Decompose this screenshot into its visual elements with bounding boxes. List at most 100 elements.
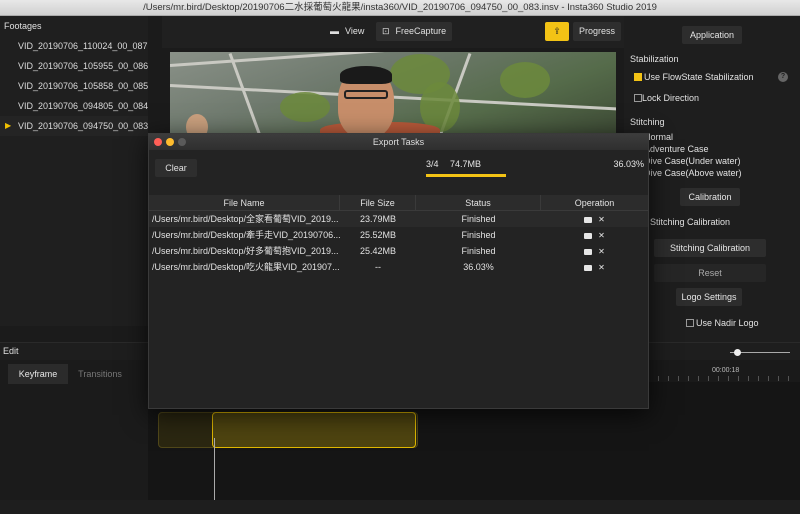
preview-toolbar: ▬ View ⊡ FreeCapture ⇪ Progress: [162, 16, 624, 48]
reset-button[interactable]: Reset: [654, 264, 766, 282]
close-icon[interactable]: ✕: [598, 247, 605, 256]
ruler-tick: [778, 376, 779, 381]
table-row[interactable]: /Users/mr.bird/Desktop/全家看葡萄VID_2019... …: [149, 211, 648, 227]
table-row[interactable]: /Users/mr.bird/Desktop/牽手走VID_20190706..…: [149, 227, 648, 243]
footage-label: VID_20190706_094750_00_083.insv: [18, 121, 148, 131]
logo-settings-button[interactable]: Logo Settings: [676, 288, 742, 306]
folder-icon[interactable]: [584, 216, 593, 223]
freecapture-icon: ⊡: [382, 26, 390, 36]
clear-button[interactable]: Clear: [155, 159, 197, 177]
nadir-logo-checkbox[interactable]: [686, 319, 694, 327]
calibration-button[interactable]: Calibration: [680, 188, 740, 206]
ruler-tick: [668, 376, 669, 381]
export-tasks-dialog: Export Tasks Clear 3/4 74.7MB 36.03% Fil…: [148, 133, 649, 409]
view-label: View: [345, 26, 365, 36]
status-cell: Finished: [461, 214, 496, 224]
close-icon[interactable]: ✕: [598, 215, 605, 224]
ruler-tick: [718, 376, 719, 381]
close-window-icon[interactable]: [154, 138, 162, 146]
footages-panel: Footages VID_20190706_110024_00_087.insv…: [0, 16, 148, 326]
file-size-cell: 25.52MB: [359, 230, 397, 240]
operation-cell: ✕: [541, 243, 648, 259]
folder-icon[interactable]: [584, 248, 593, 255]
footage-label: VID_20190706_110024_00_087.insv: [18, 41, 148, 51]
dialog-title: Export Tasks: [149, 134, 648, 150]
freecapture-button[interactable]: ⊡ FreeCapture: [376, 22, 453, 41]
ruler-tick: [758, 376, 759, 381]
zoom-window-icon[interactable]: [178, 138, 186, 146]
share-button[interactable]: ⇪: [545, 22, 569, 41]
stitching-option[interactable]: Adventure Case: [644, 144, 709, 154]
view-button[interactable]: ▬ View: [324, 22, 370, 41]
table-header: File Name File Size Status Operation: [149, 195, 648, 211]
footage-item[interactable]: VID_20190706_105858_00_085.insv: [0, 76, 148, 96]
progress-button[interactable]: Progress: [573, 22, 622, 41]
footages-header: Footages: [4, 21, 42, 31]
stitching-option[interactable]: Dive Case(Under water): [644, 156, 741, 166]
lock-direction-label: Lock Direction: [642, 93, 700, 103]
footage-item[interactable]: VID_20190706_105955_00_086.insv: [0, 56, 148, 76]
footage-item[interactable]: VID_20190706_110024_00_087.insv: [0, 36, 148, 56]
stabilization-heading: Stabilization: [630, 54, 679, 64]
ruler-tick: [768, 376, 769, 381]
video-preview[interactable]: [170, 52, 616, 136]
person-glasses: [344, 90, 388, 99]
file-name-cell: /Users/mr.bird/Desktop/全家看葡萄VID_2019...: [152, 214, 339, 224]
zoom-slider-handle[interactable]: [734, 349, 741, 356]
operation-cell: ✕: [541, 227, 648, 243]
share-icon: ⇪: [553, 26, 561, 36]
footage-item-selected[interactable]: ▶ VID_20190706_094750_00_083.insv: [0, 116, 148, 136]
ruler-tick: [688, 376, 689, 381]
column-header: Operation: [574, 198, 615, 208]
ruler-tick: [788, 376, 789, 381]
help-icon[interactable]: ?: [778, 72, 788, 82]
edit-label: Edit: [3, 346, 19, 356]
vine-foliage: [500, 62, 550, 98]
column-header: Status: [416, 195, 541, 211]
folder-icon[interactable]: [584, 264, 593, 271]
minimize-window-icon[interactable]: [166, 138, 174, 146]
status-cell: Finished: [461, 230, 496, 240]
overall-progress-bar: [426, 174, 506, 177]
stitching-option[interactable]: Dive Case(Above water): [644, 168, 742, 178]
stitching-calibration-button[interactable]: Stitching Calibration: [654, 239, 766, 257]
column-header: File Size: [340, 195, 416, 211]
vine-foliage: [280, 92, 330, 122]
total-size: 74.7MB: [450, 159, 482, 169]
play-icon: ▶: [5, 121, 12, 130]
task-count: 3/4: [426, 159, 439, 169]
table-row[interactable]: /Users/mr.bird/Desktop/吃火龍果VID_201907...…: [149, 259, 648, 275]
ruler-tick: [658, 376, 659, 381]
view-icon: ▬: [330, 26, 339, 36]
stitching-heading: Stitching: [630, 117, 665, 127]
timecode-label: 00:00:18: [712, 367, 740, 374]
file-size-cell: 23.79MB: [359, 214, 397, 224]
bottom-strip: [0, 500, 800, 514]
flowstate-checkbox[interactable]: [634, 73, 642, 81]
status-cell: Finished: [461, 246, 496, 256]
file-name-cell: /Users/mr.bird/Desktop/牽手走VID_20190706..…: [152, 230, 340, 240]
table-row[interactable]: /Users/mr.bird/Desktop/好多葡萄抱VID_2019... …: [149, 243, 648, 259]
folder-icon[interactable]: [584, 232, 593, 239]
lock-direction-checkbox[interactable]: [634, 94, 642, 102]
ruler-tick: [748, 376, 749, 381]
operation-cell: ✕: [541, 259, 648, 275]
tab-keyframe[interactable]: Keyframe: [8, 364, 68, 384]
stitching-calibration-text: Stitching Calibration: [650, 217, 731, 227]
application-button[interactable]: Application: [682, 26, 742, 44]
ruler-tick: [698, 376, 699, 381]
file-size-cell: 25.42MB: [359, 246, 397, 256]
nadir-logo-label: Use Nadir Logo: [696, 318, 759, 328]
footage-item[interactable]: VID_20190706_094805_00_084.insv: [0, 96, 148, 116]
footage-label: VID_20190706_105858_00_085.insv: [18, 81, 148, 91]
tab-transitions[interactable]: Transitions: [70, 364, 130, 384]
footage-label: VID_20190706_094805_00_084.insv: [18, 101, 148, 111]
file-name-cell: /Users/mr.bird/Desktop/好多葡萄抱VID_2019...: [152, 246, 339, 256]
close-icon[interactable]: ✕: [598, 263, 605, 272]
footage-label: VID_20190706_105955_00_086.insv: [18, 61, 148, 71]
settings-panel: Application Stabilization Use FlowState …: [624, 16, 800, 342]
close-icon[interactable]: ✕: [598, 231, 605, 240]
timeline-clip[interactable]: [212, 412, 416, 448]
freecapture-label: FreeCapture: [395, 26, 447, 36]
window-title: /Users/mr.bird/Desktop/20190706二水採葡萄火龍果/…: [0, 0, 800, 16]
